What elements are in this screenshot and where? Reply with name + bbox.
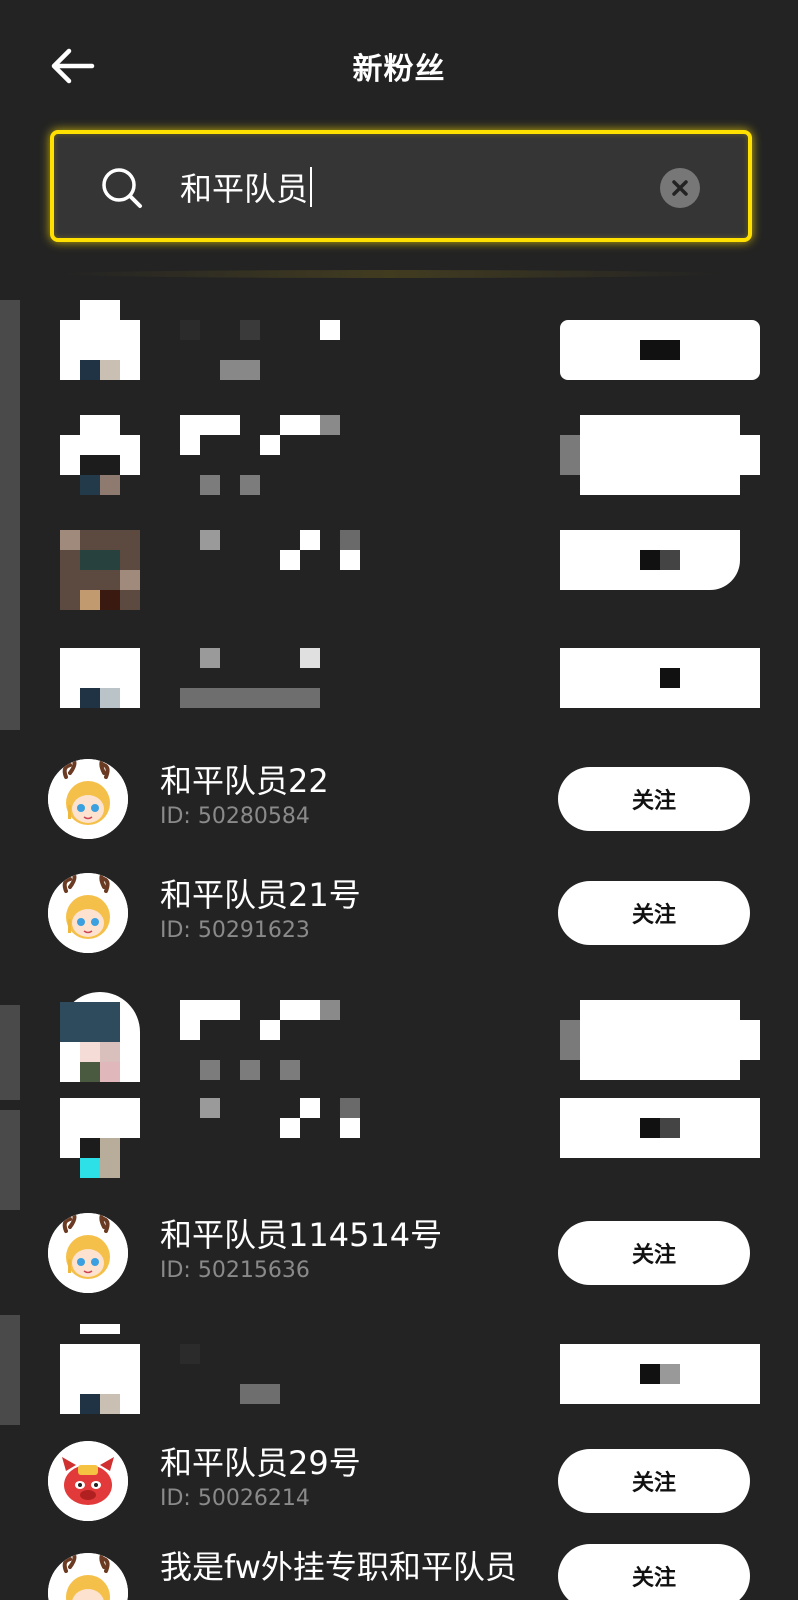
list-item[interactable]: 我是fw外挂专职和平队员 关注 [0, 1534, 798, 1600]
user-name: 和平队员21号 [160, 876, 361, 914]
list-item[interactable]: 和平队员29号 ID: 50026214 关注 [0, 1422, 798, 1538]
avatar [48, 1441, 128, 1521]
deer-girl-avatar-icon [48, 1213, 128, 1293]
header: 新粉丝 [0, 0, 798, 130]
search-query: 和平队员 [180, 170, 309, 208]
censored-follow-button [560, 320, 760, 380]
censored-list-item[interactable] [0, 405, 798, 521]
list-item[interactable]: 和平队员114514号 ID: 50215636 关注 [0, 1194, 798, 1310]
deer-girl-avatar-icon [48, 1553, 128, 1600]
user-id: ID: 50280584 [160, 804, 310, 829]
list-item[interactable]: 和平队员22 ID: 50280584 关注 [0, 740, 798, 856]
censored-list-item[interactable] [0, 1090, 798, 1206]
censored-follow-button [560, 1000, 760, 1080]
search-divider [60, 270, 720, 278]
close-icon [672, 180, 688, 196]
censored-avatar [60, 1324, 140, 1414]
censored-name [180, 1344, 340, 1404]
avatar [48, 1213, 128, 1293]
censored-follow-button [560, 1098, 760, 1158]
censored-avatar [60, 300, 140, 380]
page-title: 新粉丝 [352, 52, 446, 87]
censored-name [180, 415, 340, 495]
avatar [48, 1553, 128, 1600]
censored-follow-button [560, 415, 760, 495]
follow-button[interactable]: 关注 [558, 1221, 750, 1285]
avatar [48, 873, 128, 953]
censored-avatar [60, 530, 140, 610]
user-name: 和平队员114514号 [160, 1216, 443, 1254]
search-input[interactable]: 和平队员 [180, 158, 313, 216]
censored-list-item[interactable] [0, 522, 798, 638]
censored-avatar [60, 648, 140, 728]
censored-list-item[interactable] [0, 1314, 798, 1430]
follow-button[interactable]: 关注 [558, 1449, 750, 1513]
censored-avatar [60, 415, 140, 495]
user-id: ID: 50215636 [160, 1258, 310, 1283]
censored-name [180, 648, 340, 708]
censored-list-item[interactable] [0, 640, 798, 756]
censored-follow-button [560, 648, 760, 708]
search-icon [102, 168, 142, 208]
clear-search-button[interactable] [660, 168, 700, 208]
deer-girl-avatar-icon [48, 873, 128, 953]
text-caret [310, 167, 313, 207]
list-item[interactable]: 和平队员21号 ID: 50291623 关注 [0, 854, 798, 970]
user-name: 我是fw外挂专职和平队员 [160, 1548, 517, 1586]
follow-button[interactable]: 关注 [558, 1544, 750, 1600]
follow-button[interactable]: 关注 [558, 881, 750, 945]
user-name: 和平队员29号 [160, 1444, 361, 1482]
deer-girl-avatar-icon [48, 759, 128, 839]
censored-name [180, 320, 340, 380]
follow-button[interactable]: 关注 [558, 767, 750, 831]
censored-avatar [60, 1098, 140, 1178]
user-id: ID: 50026214 [160, 1486, 310, 1511]
avatar [48, 759, 128, 839]
red-mascot-avatar-icon [48, 1441, 128, 1521]
censored-name [180, 1000, 340, 1080]
user-name: 和平队员22 [160, 762, 329, 800]
user-id: ID: 50291623 [160, 918, 310, 943]
censored-name [180, 530, 360, 590]
censored-follow-button [560, 530, 760, 590]
censored-list-item[interactable] [0, 290, 798, 406]
censored-list-item[interactable] [0, 984, 798, 1100]
censored-avatar [60, 992, 140, 1082]
censored-name [180, 1098, 360, 1158]
new-followers-screen: 新粉丝 和平队员 和平队员22 ID: 50280584 关注 和平队员21号 … [0, 0, 798, 1600]
censored-follow-button [560, 1344, 760, 1404]
search-box[interactable]: 和平队员 [50, 130, 752, 242]
